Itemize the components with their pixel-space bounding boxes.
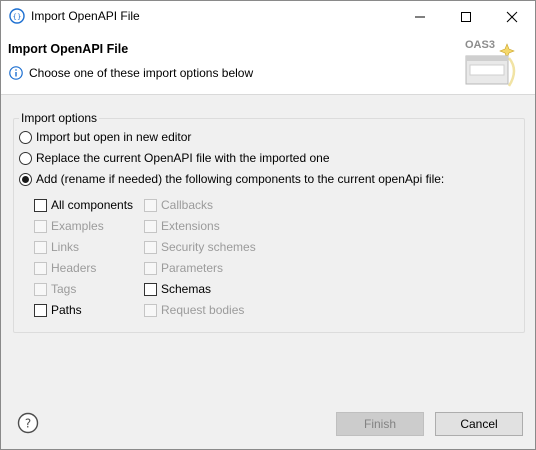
finish-button[interactable]: Finish — [336, 412, 424, 436]
checkbox — [34, 261, 47, 275]
checkbox — [34, 282, 47, 296]
wizard-header: Import OpenAPI File Choose one of these … — [1, 32, 535, 95]
checkbox-schemas[interactable]: Schemas — [144, 282, 211, 296]
checkbox-examples: Examples — [34, 219, 104, 233]
checkbox-label: Security schemes — [161, 240, 256, 254]
title-bar: {} Import OpenAPI File — [1, 1, 535, 32]
minimize-button[interactable] — [397, 1, 443, 32]
checkbox-label: Extensions — [161, 219, 220, 233]
checkbox-label: Headers — [51, 261, 97, 275]
radio-button[interactable] — [19, 151, 32, 165]
checkbox-label: Tags — [51, 282, 77, 296]
svg-text:?: ? — [25, 417, 31, 431]
checkbox-label: Request bodies — [161, 303, 245, 317]
checkbox-label: Examples — [51, 219, 104, 233]
radio-button[interactable] — [19, 130, 32, 144]
checkbox — [34, 240, 47, 254]
radio-label: Import but open in new editor — [36, 130, 192, 144]
window-title: Import OpenAPI File — [31, 9, 140, 23]
maximize-button[interactable] — [443, 1, 489, 32]
page-title: Import OpenAPI File — [8, 42, 129, 56]
checkbox[interactable] — [34, 303, 47, 317]
oas3-banner-image: OAS3 — [463, 34, 523, 92]
svg-text:{}: {} — [13, 13, 22, 21]
checkbox-callbacks: Callbacks — [144, 198, 213, 212]
maximize-icon — [461, 11, 471, 22]
checkbox — [144, 198, 157, 212]
oas3-banner-label: OAS3 — [465, 39, 495, 51]
checkbox — [34, 219, 47, 233]
close-button[interactable] — [489, 1, 535, 32]
checkbox — [144, 303, 157, 317]
radio-button-selected[interactable] — [19, 172, 32, 186]
radio-label: Add (rename if needed) the following com… — [36, 172, 445, 186]
radio-label: Replace the current OpenAPI file with th… — [36, 151, 330, 165]
checkbox-label: Parameters — [161, 261, 224, 275]
help-button[interactable]: ? — [17, 412, 39, 434]
help-icon: ? — [17, 412, 39, 434]
checkbox-tags: Tags — [34, 282, 76, 296]
checkbox-request-bodies: Request bodies — [144, 303, 244, 317]
radio-replace-current[interactable]: Replace the current OpenAPI file with th… — [19, 151, 330, 165]
import-openapi-dialog: {} Import OpenAPI File Import OpenAPI Fi… — [0, 0, 536, 450]
info-icon — [9, 66, 23, 80]
minimize-icon — [415, 16, 425, 17]
checkbox[interactable] — [144, 282, 157, 296]
checkbox-all-components[interactable]: All components — [34, 198, 133, 212]
checkbox-headers: Headers — [34, 261, 96, 275]
checkbox-paths[interactable]: Paths — [34, 303, 82, 317]
cancel-button[interactable]: Cancel — [435, 412, 523, 436]
checkbox-links: Links — [34, 240, 79, 254]
checkbox-label: All components — [51, 198, 134, 212]
checkbox-label: Schemas — [161, 282, 212, 296]
checkbox[interactable] — [34, 198, 47, 212]
checkbox-label: Paths — [51, 303, 82, 317]
close-icon — [506, 11, 518, 22]
header-message: Choose one of these import options below — [29, 66, 254, 80]
checkbox-label: Callbacks — [161, 198, 214, 212]
checkbox — [144, 261, 157, 275]
checkbox-parameters: Parameters — [144, 261, 223, 275]
openapi-app-icon: {} — [9, 8, 25, 24]
checkbox — [144, 240, 157, 254]
checkbox-extensions: Extensions — [144, 219, 220, 233]
import-options-legend: Import options — [19, 111, 100, 125]
checkbox — [144, 219, 157, 233]
radio-add-components[interactable]: Add (rename if needed) the following com… — [19, 172, 444, 186]
radio-import-new-editor[interactable]: Import but open in new editor — [19, 130, 191, 144]
checkbox-security-schemes: Security schemes — [144, 240, 256, 254]
checkbox-label: Links — [51, 240, 80, 254]
